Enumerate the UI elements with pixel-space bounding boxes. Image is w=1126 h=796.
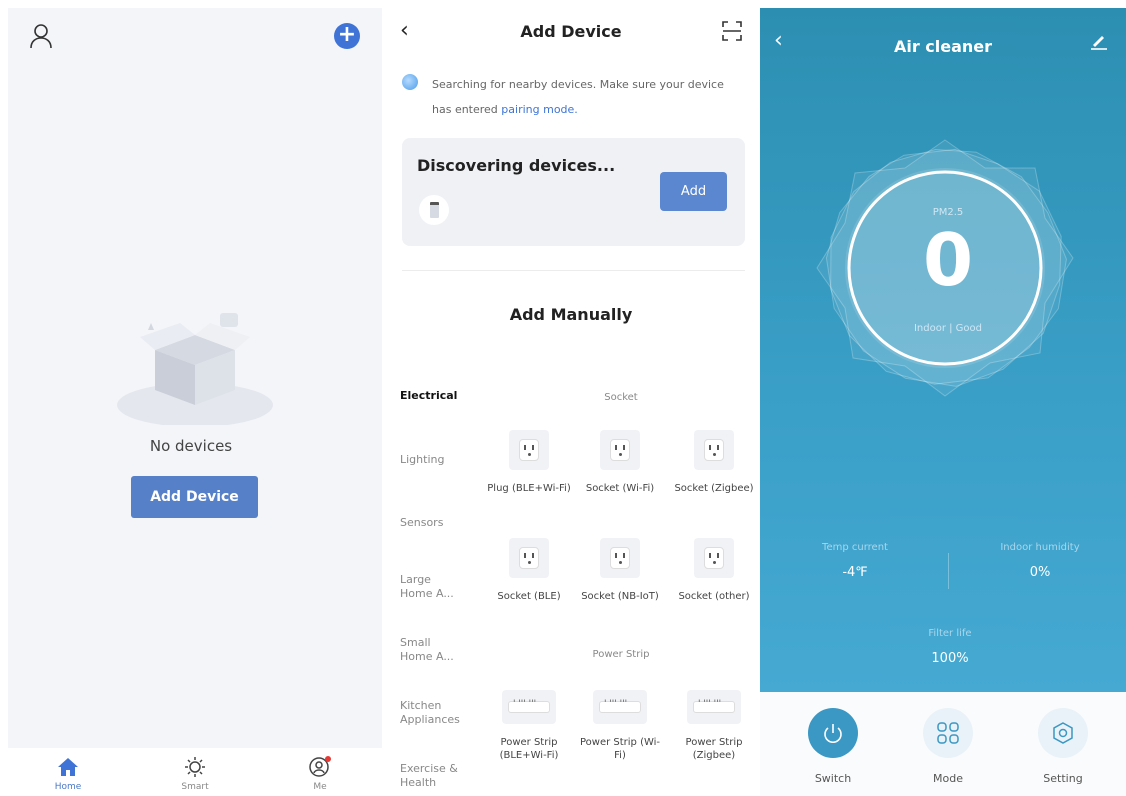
device-item[interactable]: Socket (BLE) (484, 538, 574, 603)
switch-control[interactable]: Switch (798, 708, 868, 785)
socket-icon (600, 430, 640, 470)
power-strip-icon (502, 690, 556, 724)
filter-stat: Filter life 100% (890, 628, 1010, 666)
setting-control[interactable]: Setting (1028, 708, 1098, 785)
page-title: Add Device (520, 22, 622, 41)
socket-icon (509, 538, 549, 578)
discovered-device-icon (419, 195, 449, 225)
socket-icon (694, 430, 734, 470)
air-cleaner-screen: ‹ Air cleaner PM2.5 0 Indoor | Good Temp… (760, 0, 1126, 796)
user-icon[interactable] (28, 22, 54, 50)
air-cleaner-header: ‹ Air cleaner PM2.5 0 Indoor | Good Temp… (760, 8, 1126, 692)
device-item-label: Socket (Wi-Fi) (585, 483, 655, 494)
device-item-label: Socket (other) (678, 591, 750, 602)
humidity-stat: Indoor humidity 0% (980, 542, 1100, 580)
discovering-title: Discovering devices... (417, 156, 616, 175)
divider (402, 270, 745, 271)
search-info: Searching for nearby devices. Make sure … (402, 72, 742, 122)
device-item[interactable]: Socket (NB-IoT) (575, 538, 665, 603)
power-strip-icon (687, 690, 741, 724)
device-item[interactable]: Socket (Wi-Fi) (575, 430, 665, 495)
home-screen: + No devices Add Device Home Smart Me (0, 0, 382, 796)
air-quality-text: Indoor | Good (913, 323, 983, 334)
mode-control[interactable]: Mode (913, 708, 983, 785)
category-exercise[interactable]: Exercise & Health (400, 762, 464, 790)
add-device-screen: ‹ Add Device Searching for nearby device… (382, 0, 760, 796)
socket-icon (694, 538, 734, 578)
device-item[interactable]: Plug (BLE+Wi-Fi) (484, 430, 574, 495)
device-item-label: Socket (BLE) (497, 591, 561, 602)
category-kitchen[interactable]: Kitchen Appliances (400, 699, 470, 727)
discovering-card: Discovering devices... Add (402, 138, 745, 246)
grid-icon (937, 722, 959, 744)
temp-label: Temp current (822, 542, 888, 553)
category-sensors[interactable]: Sensors (400, 516, 480, 530)
stat-divider (948, 553, 949, 589)
category-large-home[interactable]: Large Home A... (400, 573, 464, 601)
empty-state-text: No devices (149, 437, 233, 455)
device-item[interactable]: Power Strip (BLE+Wi-Fi) (484, 690, 574, 762)
category-electrical[interactable]: Electrical (400, 389, 480, 403)
searching-spinner-icon (402, 74, 418, 90)
device-item[interactable]: Socket (other) (669, 538, 759, 603)
switch-label: Switch (814, 772, 852, 785)
scan-icon[interactable] (722, 21, 742, 41)
device-item-label: Socket (NB-IoT) (581, 591, 659, 602)
pm25-value: 0 (922, 218, 974, 302)
device-title: Air cleaner (893, 37, 993, 56)
temp-stat: Temp current -4℉ (800, 542, 910, 580)
power-icon (824, 724, 842, 743)
section-power-strip: Power Strip (592, 649, 650, 660)
tab-home-label: Home (54, 782, 82, 792)
add-icon[interactable]: + (334, 23, 360, 49)
socket-icon (509, 430, 549, 470)
filter-label: Filter life (928, 628, 972, 639)
tab-me-label: Me (313, 782, 327, 792)
home-icon (58, 758, 78, 776)
humidity-value: 0% (1029, 565, 1051, 580)
power-strip-icon (593, 690, 647, 724)
tab-home[interactable]: Home (33, 752, 103, 792)
device-item[interactable]: Power Strip (Wi-Fi) (575, 690, 665, 762)
tab-smart[interactable]: Smart (160, 752, 230, 792)
device-item-label: Power Strip (Zigbee) (685, 737, 743, 761)
temp-value: -4℉ (842, 565, 868, 580)
humidity-label: Indoor humidity (1000, 542, 1080, 553)
filter-value: 100% (931, 651, 969, 666)
device-item-label: Plug (BLE+Wi-Fi) (487, 483, 571, 494)
pm25-label: PM2.5 (932, 207, 964, 218)
sun-icon (185, 757, 205, 777)
device-item-label: Power Strip (BLE+Wi-Fi) (499, 737, 559, 761)
category-small-home[interactable]: Small Home A... (400, 636, 464, 664)
edit-icon[interactable] (1090, 32, 1108, 50)
device-item[interactable]: Power Strip (Zigbee) (669, 690, 759, 762)
section-socket: Socket (604, 392, 638, 403)
empty-box-illustration (117, 313, 273, 425)
setting-label: Setting (1043, 772, 1083, 785)
mode-label: Mode (933, 772, 963, 785)
bottom-tab-bar: Home Smart Me (8, 748, 382, 796)
searching-text: Searching for nearby devices. Make sure … (432, 78, 724, 116)
add-manually-title: Add Manually (509, 305, 633, 324)
tab-me[interactable]: Me (285, 752, 355, 792)
profile-icon (309, 756, 331, 777)
add-discovered-button[interactable]: Add (660, 172, 727, 211)
settings-icon (1053, 722, 1073, 744)
tab-smart-label: Smart (181, 782, 209, 792)
socket-icon (600, 538, 640, 578)
category-lighting[interactable]: Lighting (400, 453, 480, 467)
add-device-button[interactable]: Add Device (131, 476, 258, 518)
device-item[interactable]: Socket (Zigbee) (669, 430, 759, 495)
device-item-label: Power Strip (Wi-Fi) (579, 737, 661, 761)
device-item-label: Socket (Zigbee) (674, 483, 754, 494)
control-bar: Switch Mode Setting (760, 692, 1126, 796)
pairing-mode-link[interactable]: pairing mode. (501, 103, 578, 116)
